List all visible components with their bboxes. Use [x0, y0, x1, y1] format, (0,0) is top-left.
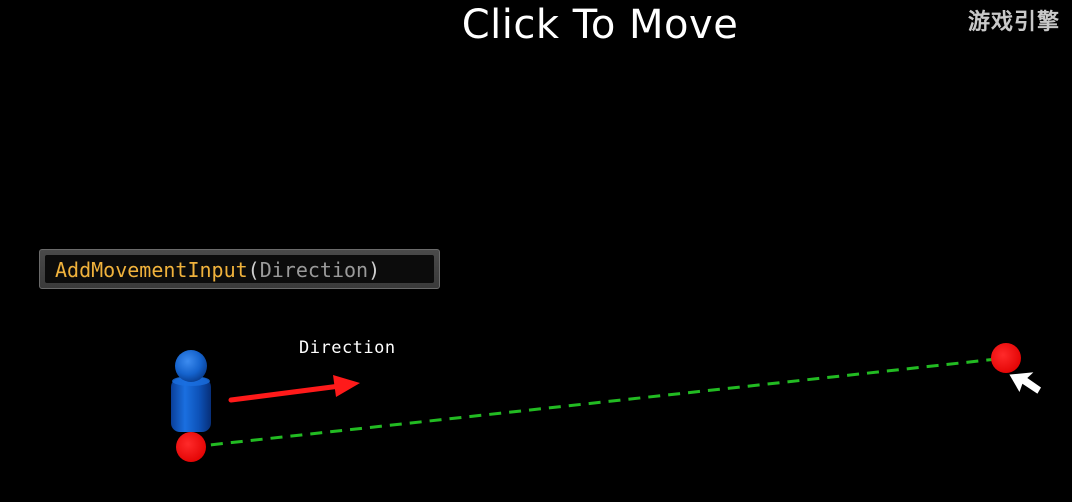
path-line — [190, 356, 1007, 449]
direction-arrow-icon — [228, 375, 360, 403]
movement-diagram — [171, 343, 1043, 462]
character-icon — [171, 350, 211, 432]
start-point — [176, 432, 206, 462]
target-point — [991, 343, 1021, 373]
